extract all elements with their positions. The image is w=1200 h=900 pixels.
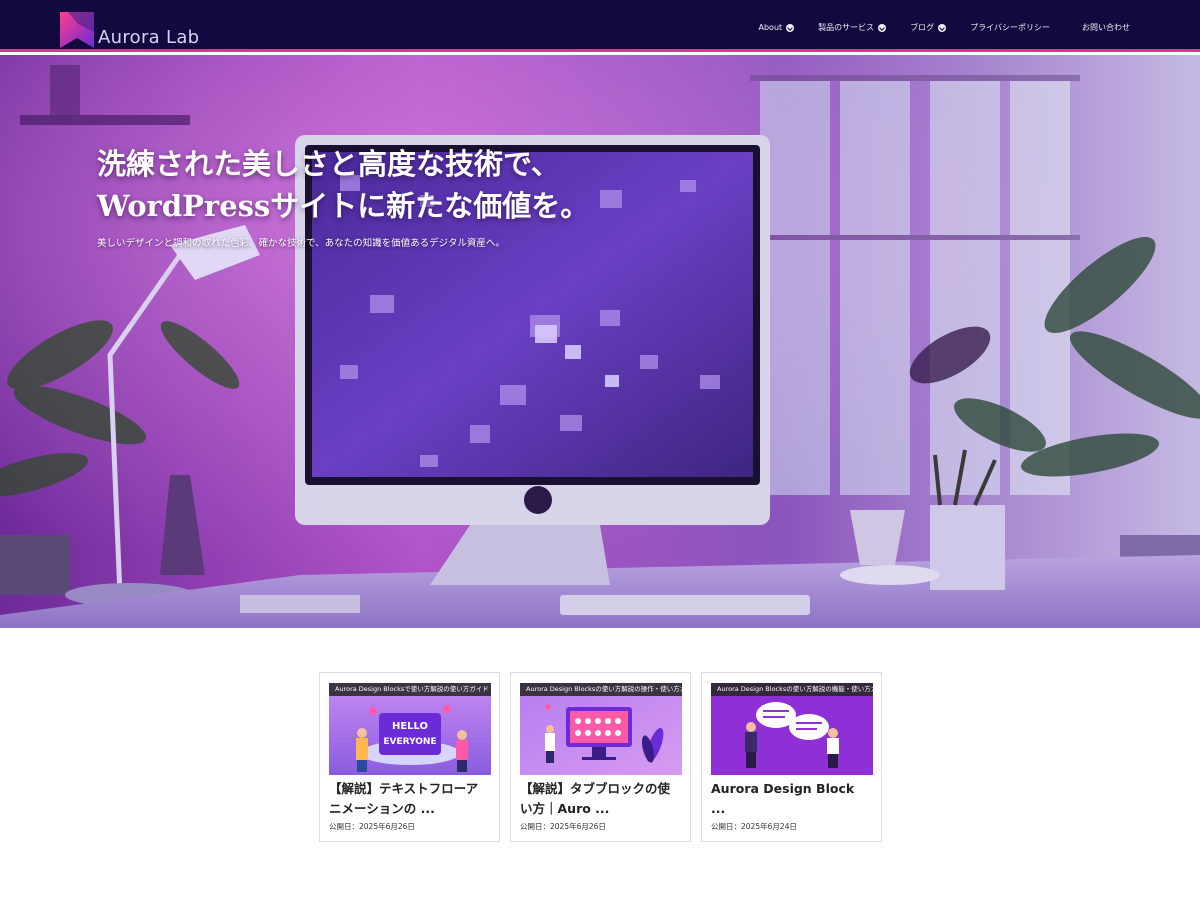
site-header: Aurora Lab About 製品のサービス ブログ プライバシーポリシー … <box>0 0 1200 52</box>
post-date: 公開日：2025年6月26日 <box>329 822 415 831</box>
hero-title: 洗練された美しさと高度な技術で、 WordPressサイトに新たな価値を。 <box>97 143 589 227</box>
hero-subtitle: 美しいデザインと調和の取れた色彩、確かな技術で、あなたの知識を価値あるデジタル資… <box>97 238 505 249</box>
post-thumbnail: Aurora Design Blocksの使い方解説の操作・使い方ガイド <box>520 683 682 775</box>
nav-item-contact[interactable]: お問い合わせ <box>1082 22 1130 33</box>
logo-text: Aurora Lab <box>98 27 200 48</box>
hello-everyone-illustration: HELLO EVERYONE <box>329 683 491 775</box>
post-category-tag: Aurora Design Blocksで使い方解説の使い方ガイド <box>329 683 491 696</box>
conversation-illustration <box>711 683 873 775</box>
post-card[interactable]: Aurora Design Blocksの使い方解説の操作・使い方ガイド 【解説… <box>510 672 691 842</box>
chevron-down-icon <box>938 23 947 32</box>
post-card-list: Aurora Design Blocksで使い方解説の使い方ガイド HELLO … <box>319 672 882 842</box>
site-logo[interactable]: Aurora Lab <box>60 12 199 48</box>
thumb-hello-text: HELLO <box>392 721 428 732</box>
hero-background-image <box>0 55 1200 628</box>
post-card[interactable]: Aurora Design Blocksで使い方解説の使い方ガイド HELLO … <box>319 672 500 842</box>
nav-item-label: ブログ <box>910 23 935 32</box>
chevron-down-icon <box>878 23 887 32</box>
main-nav: About 製品のサービス ブログ プライバシーポリシー お問い合わせ <box>735 22 1131 33</box>
post-thumbnail: Aurora Design Blocksの使い方解説の機能・使い方ガイド <box>711 683 873 775</box>
post-title: 【解説】タブブロックの使い方｜Auro ... <box>520 781 671 816</box>
tab-block-illustration <box>520 683 682 775</box>
nav-item-about[interactable]: About <box>759 23 795 32</box>
post-thumbnail: Aurora Design Blocksで使い方解説の使い方ガイド HELLO … <box>329 683 491 775</box>
post-date: 公開日：2025年6月26日 <box>520 822 606 831</box>
nav-item-services[interactable]: 製品のサービス <box>818 22 887 33</box>
post-category-tag: Aurora Design Blocksの使い方解説の機能・使い方ガイド <box>711 683 873 696</box>
hero-section: 洗練された美しさと高度な技術で、 WordPressサイトに新たな価値を。 美し… <box>0 55 1200 628</box>
logo-mark-icon <box>60 12 94 48</box>
hero-title-line-1: 洗練された美しさと高度な技術で、 <box>97 147 560 181</box>
thumb-everyone-text: EVERYONE <box>383 737 436 747</box>
nav-item-label: 製品のサービス <box>818 23 875 32</box>
post-card[interactable]: Aurora Design Blocksの使い方解説の機能・使い方ガイド Aur… <box>701 672 882 842</box>
hero-title-line-2: WordPressサイトに新たな価値を。 <box>97 189 590 223</box>
post-title: 【解説】テキストフローアニメーションの ... <box>329 781 479 816</box>
nav-item-label: お問い合わせ <box>1082 23 1130 32</box>
nav-item-label: About <box>758 23 783 32</box>
nav-item-label: プライバシーポリシー <box>970 23 1050 32</box>
nav-item-blog[interactable]: ブログ <box>910 22 947 33</box>
nav-item-privacy-policy[interactable]: プライバシーポリシー <box>970 22 1050 33</box>
chevron-down-icon <box>786 23 795 32</box>
post-title: Aurora Design Block ... <box>711 781 855 816</box>
post-date: 公開日：2025年6月24日 <box>711 822 797 831</box>
post-category-tag: Aurora Design Blocksの使い方解説の操作・使い方ガイド <box>520 683 682 696</box>
